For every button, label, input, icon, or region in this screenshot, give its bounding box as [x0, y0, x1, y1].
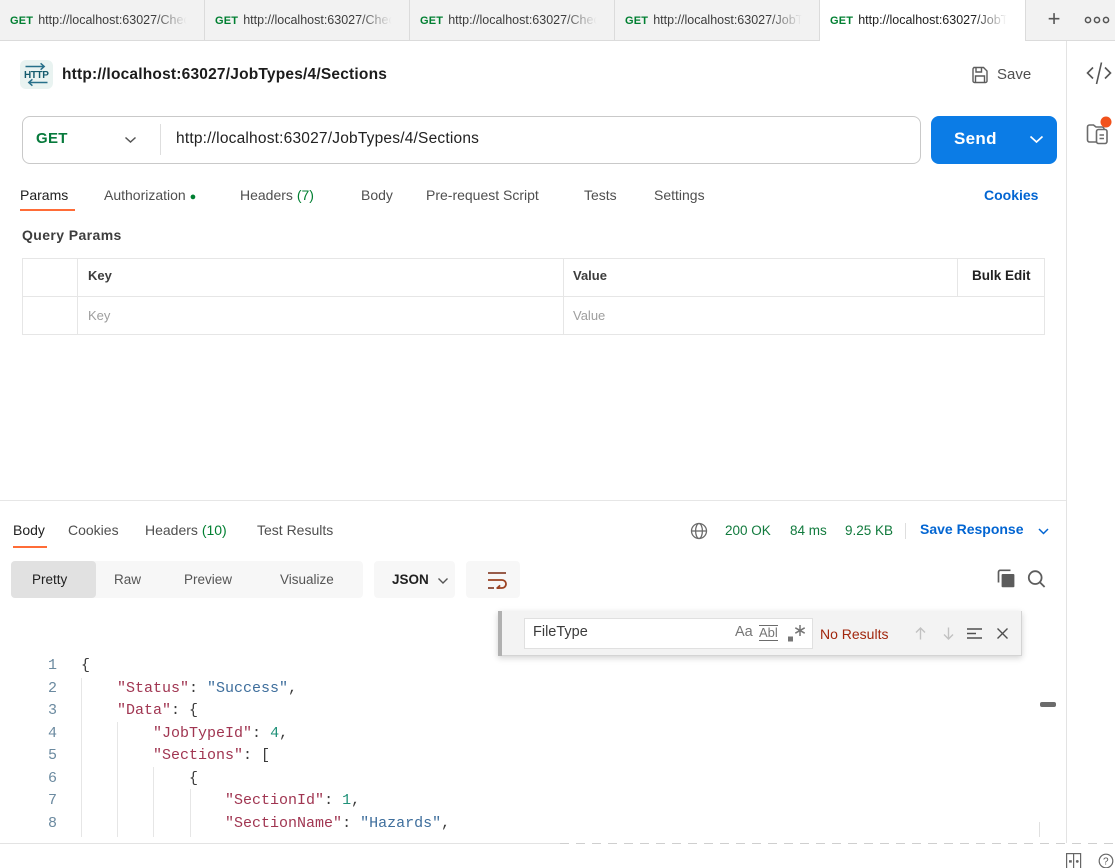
svg-text:HTTP: HTTP [24, 70, 49, 81]
svg-text:?: ? [1103, 857, 1109, 868]
